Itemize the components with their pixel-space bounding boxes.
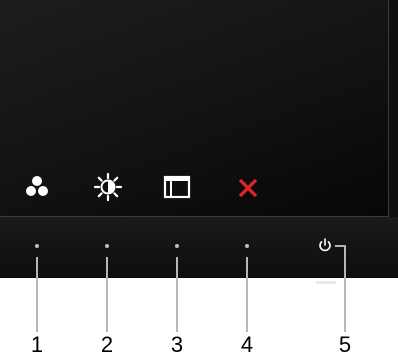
menu-icon[interactable] xyxy=(162,172,192,202)
callout-number-4: 4 xyxy=(240,332,254,357)
callout-number-5: 5 xyxy=(338,332,352,357)
power-led xyxy=(316,281,336,284)
callout-number-2: 2 xyxy=(100,332,114,357)
button-3-dot[interactable] xyxy=(175,244,179,248)
leader-line-1 xyxy=(36,257,38,332)
monitor-front xyxy=(0,0,398,278)
leader-line-3 xyxy=(176,257,178,332)
monitor-bezel xyxy=(0,217,398,278)
preset-modes-icon[interactable] xyxy=(22,172,52,202)
button-1-dot[interactable] xyxy=(35,244,39,248)
brightness-contrast-icon[interactable] xyxy=(93,172,123,202)
exit-icon[interactable] xyxy=(233,172,263,202)
monitor-screen xyxy=(0,0,389,217)
leader-line-5 xyxy=(344,245,346,332)
leader-line-4 xyxy=(246,257,248,332)
button-4-dot[interactable] xyxy=(245,244,249,248)
callout-number-3: 3 xyxy=(170,332,184,357)
callout-number-1: 1 xyxy=(30,332,44,357)
button-2-dot[interactable] xyxy=(105,244,109,248)
leader-line-2 xyxy=(106,257,108,332)
power-icon[interactable] xyxy=(318,238,332,252)
